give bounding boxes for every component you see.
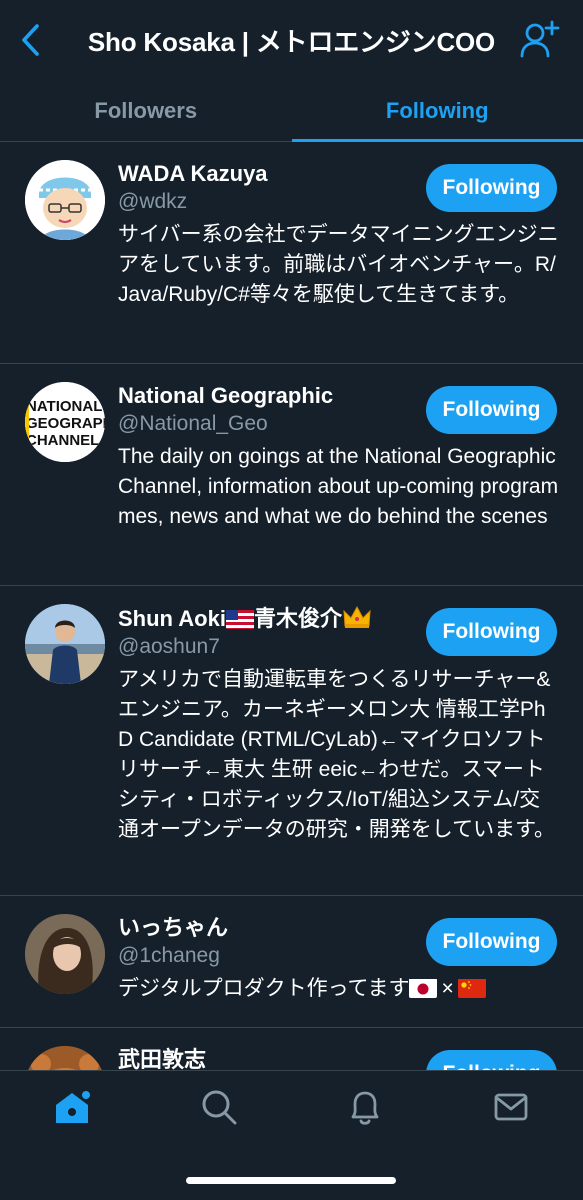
photo-avatar-image [25, 914, 105, 994]
bio-separator: × [441, 977, 454, 1000]
back-button[interactable] [14, 22, 48, 58]
tab-messages[interactable] [489, 1085, 533, 1129]
following-button[interactable]: Following [426, 608, 557, 656]
photo-avatar-image [25, 1046, 105, 1070]
tab-followers[interactable]: Followers [0, 80, 292, 141]
logo-line-2: GEOGRAPHIC [26, 415, 105, 432]
list-item[interactable]: いっちゃん @1chaneg デジタルプロダクト作ってます × Following [0, 896, 583, 1028]
logo-line-3: CHANNEL [26, 432, 99, 449]
search-icon [202, 1090, 237, 1125]
avatar[interactable]: NATIONAL GEOGRAPHIC CHANNEL [25, 382, 105, 462]
home-indicator[interactable] [186, 1177, 396, 1184]
tab-bar: Followers Following [0, 80, 583, 142]
following-button[interactable]: Following [426, 1050, 557, 1070]
following-button[interactable]: Following [426, 386, 557, 434]
notifications-icon [351, 1091, 379, 1125]
user-name-ja: 青木俊介 [253, 606, 342, 631]
user-bio-text: デジタルプロダクト作ってます [118, 977, 410, 1000]
tab-notifications[interactable] [343, 1085, 387, 1129]
avatar[interactable] [25, 1046, 105, 1070]
tab-search[interactable] [197, 1085, 241, 1129]
list-item[interactable]: Shun Aoki 青木俊介 @aoshun7 アメリカで自動運転車をつくるリサー… [0, 586, 583, 896]
list-item[interactable]: 武田敦志 Following [0, 1028, 583, 1070]
user-bio: デジタルプロダクト作ってます × [118, 974, 559, 1004]
user-bio: アメリカで自動運転車をつくるリサーチャー&エンジニア。カーネギーメロン大 情報工… [118, 668, 556, 841]
avatar[interactable] [25, 160, 105, 240]
page-title: Sho Kosaka | メトロエンジンCOO [87, 26, 496, 57]
user-name-en: Shun Aoki [118, 606, 226, 631]
crown-icon [342, 604, 372, 630]
avatar[interactable] [25, 914, 105, 994]
following-button[interactable]: Following [426, 164, 557, 212]
logo-line-1: NATIONAL [26, 398, 102, 415]
following-button[interactable]: Following [426, 918, 557, 966]
avatar[interactable] [25, 604, 105, 684]
jp-flag-icon [409, 978, 438, 998]
list-item[interactable]: NATIONAL GEOGRAPHIC CHANNEL National Geo… [0, 364, 583, 586]
chevron-left-icon [22, 24, 39, 56]
list-item[interactable]: WADA Kazuya @wdkz サイバー系の会社でデータマイニングエンジニア… [0, 142, 583, 364]
tab-following[interactable]: Following [291, 80, 583, 142]
photo-avatar-image [25, 604, 105, 684]
cartoon-avatar-image [25, 160, 105, 240]
national-geographic-logo: NATIONAL GEOGRAPHIC CHANNEL [25, 382, 105, 462]
user-bio: The daily on goings at the National Geog… [118, 445, 559, 528]
add-user-button[interactable] [519, 18, 561, 60]
user-bio: サイバー系の会社でデータマイニングエンジニアをしています。前職はバイオベンチャー… [118, 223, 559, 306]
cn-flag-icon [457, 978, 486, 998]
add-user-icon [520, 20, 560, 58]
home-icon [56, 1089, 92, 1123]
messages-icon [494, 1093, 528, 1121]
following-list: WADA Kazuya @wdkz サイバー系の会社でデータマイニングエンジニア… [0, 142, 583, 1070]
tab-home[interactable] [50, 1085, 94, 1129]
us-flag-icon [225, 609, 254, 629]
header: Sho Kosaka | メトロエンジンCOO [0, 0, 583, 80]
